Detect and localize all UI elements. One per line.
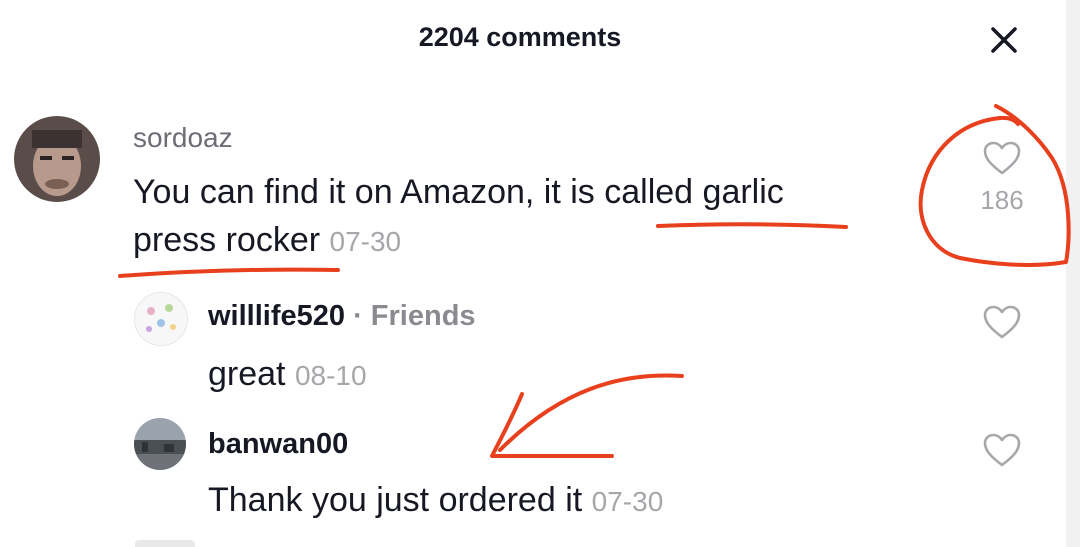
friends-badge: Friends: [370, 300, 476, 332]
like-button[interactable]: [972, 304, 1032, 345]
comment-text-line2: press rocker: [133, 221, 321, 259]
avatar[interactable]: [14, 116, 100, 202]
close-button[interactable]: [986, 22, 1022, 58]
heart-outline-icon: [983, 433, 1021, 467]
reply-username[interactable]: banwan00: [208, 428, 348, 461]
comment-date: 07-30: [329, 226, 402, 257]
avatar[interactable]: [134, 418, 186, 470]
heart-outline-icon: [983, 141, 1021, 175]
reply-text: great 08-10: [208, 350, 858, 400]
user-avatar-icon: [134, 418, 186, 470]
comments-count-title: 2204 comments: [418, 22, 622, 52]
user-avatar-icon: [135, 293, 187, 345]
comment-username[interactable]: sordoaz: [133, 122, 233, 154]
reply-username-row: willlife520 · Friends: [208, 300, 476, 333]
annotation-underline-2: [118, 267, 340, 278]
comment-text-line1: You can find it on Amazon, it is called …: [133, 173, 784, 211]
user-avatar-icon: [14, 116, 100, 202]
heart-outline-icon: [983, 305, 1021, 339]
reply-text: Thank you just ordered it 07-30: [208, 476, 908, 526]
annotation-arrow-head: [490, 392, 614, 458]
reply-date: 07-30: [591, 486, 664, 517]
like-count: 186: [980, 185, 1024, 215]
like-button[interactable]: [972, 432, 1032, 473]
comment-text: You can find it on Amazon, it is called …: [133, 168, 913, 266]
comments-panel: 2204 comments sordoaz You can find it on…: [0, 0, 1080, 547]
like-button[interactable]: 186: [972, 140, 1032, 216]
reply-date: 08-10: [294, 360, 367, 391]
reply-text-content: great: [208, 355, 286, 393]
avatar[interactable]: [134, 292, 188, 346]
scroll-edge: [1066, 0, 1080, 547]
reply-text-content: Thank you just ordered it: [208, 481, 583, 519]
close-icon: [991, 27, 1017, 53]
next-item-peek: [135, 540, 195, 547]
reply-username[interactable]: willlife520: [208, 300, 345, 332]
separator-dot: ·: [345, 300, 371, 332]
